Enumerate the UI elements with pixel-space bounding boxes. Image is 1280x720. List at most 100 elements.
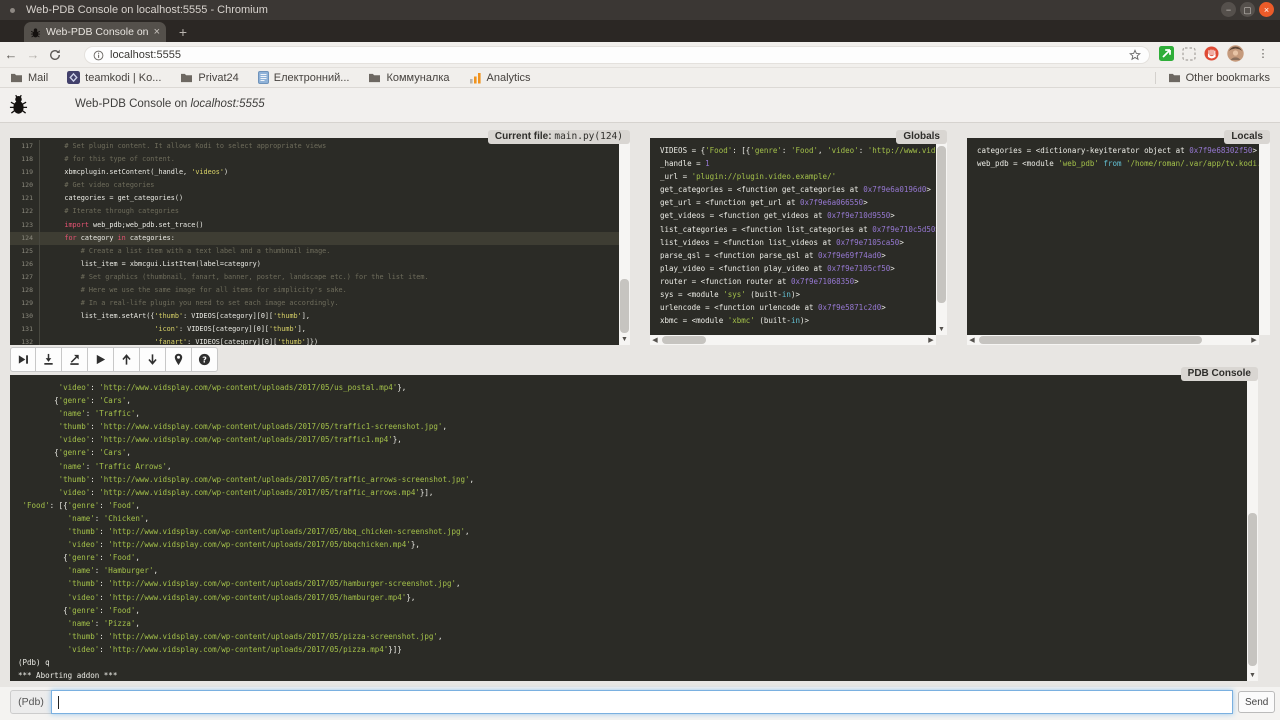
line-number: 130 <box>10 310 40 323</box>
where-pin-icon <box>172 353 185 366</box>
console-line: {'genre': 'Cars', <box>18 446 1247 459</box>
scroll-down-arrow-icon[interactable]: ▼ <box>1247 671 1258 681</box>
close-button[interactable]: × <box>1259 2 1274 17</box>
window-icon <box>10 8 15 13</box>
scroll-thumb[interactable] <box>937 146 946 304</box>
console-line: 'thumb': 'http://www.vidsplay.com/wp-con… <box>18 630 1247 643</box>
send-button[interactable]: Send <box>1238 691 1275 713</box>
bookmark-item[interactable]: Mail <box>10 72 48 84</box>
maximize-button[interactable]: ▢ <box>1240 2 1255 17</box>
help-button[interactable]: ? <box>192 347 218 372</box>
bookmark-item[interactable]: Analytics <box>469 72 531 84</box>
bookmark-item[interactable]: Privat24 <box>180 72 238 84</box>
code-vertical-scrollbar[interactable]: ▼ <box>619 138 630 345</box>
minimize-button[interactable]: − <box>1221 2 1236 17</box>
line-number: 129 <box>10 297 40 310</box>
reload-icon[interactable] <box>44 49 66 61</box>
stack-up-button[interactable] <box>114 347 140 372</box>
console-line: 'name': 'Traffic Arrows', <box>18 460 1247 473</box>
locals-vertical-scrollbar[interactable] <box>1259 138 1270 335</box>
globals-line: list_categories = <function list_categor… <box>660 223 936 236</box>
line-number: 120 <box>10 179 40 192</box>
next-button[interactable] <box>10 347 36 372</box>
globals-line: _handle = 1 <box>660 157 936 170</box>
locals-view[interactable]: categories = <dictionary-keyiterator obj… <box>967 138 1259 335</box>
webpdb-bug-logo-icon <box>9 94 28 116</box>
green-cast-extension-icon[interactable] <box>1159 46 1174 61</box>
console-vertical-scrollbar[interactable]: ▼ <box>1247 375 1258 681</box>
locals-tag: Locals <box>1224 130 1270 144</box>
line-number: 124 <box>10 232 40 245</box>
bookmark-item[interactable]: Електронний... <box>258 71 350 84</box>
current-file-panel: Current file: main.py(124) 117 # Set plu… <box>10 138 630 345</box>
code-line: 123 import web_pdb;web_pdb.set_trace() <box>10 219 619 232</box>
profile-avatar[interactable] <box>1227 45 1244 62</box>
stack-down-button[interactable] <box>140 347 166 372</box>
back-icon[interactable]: ← <box>0 47 22 62</box>
console-line: 'thumb': 'http://www.vidsplay.com/wp-con… <box>18 525 1247 538</box>
red-blocker-extension-icon[interactable] <box>1204 46 1219 61</box>
bug-favicon-icon <box>30 27 41 38</box>
globals-line: get_url = <function get_url at 0x7f9e6a0… <box>660 196 936 209</box>
tab-close-icon[interactable]: × <box>154 26 160 38</box>
code-line: 125 # Create a list item with a text lab… <box>10 245 619 258</box>
globals-line: xbmc = <module 'xbmc' (built-in)> <box>660 314 936 327</box>
continue-icon <box>94 353 107 366</box>
scroll-down-arrow-icon[interactable]: ▼ <box>619 335 630 345</box>
scroll-left-arrow-icon[interactable]: ◀ <box>650 336 660 344</box>
scroll-right-arrow-icon[interactable]: ▶ <box>1249 336 1259 344</box>
scroll-down-arrow-icon[interactable]: ▼ <box>936 325 947 335</box>
locals-line: web_pdb = <module 'web_pdb' from '/home/… <box>977 157 1259 170</box>
globals-line: router = <function router at 0x7f9e71068… <box>660 275 936 288</box>
source-code-view[interactable]: 117 # Set plugin content. It allows Kodi… <box>10 138 619 345</box>
scroll-thumb[interactable] <box>662 336 706 344</box>
kodi-icon <box>67 71 80 84</box>
skip-next-icon <box>17 353 30 366</box>
command-input[interactable] <box>51 690 1233 714</box>
console-line: 'thumb': 'http://www.vidsplay.com/wp-con… <box>18 420 1247 433</box>
dashed-placeholder-extension-icon[interactable] <box>1182 47 1196 61</box>
menu-dots-icon[interactable]: ⋮ <box>1252 47 1274 60</box>
globals-line: get_videos = <function get_videos at 0x7… <box>660 209 936 222</box>
line-number: 126 <box>10 258 40 271</box>
globals-vertical-scrollbar[interactable]: ▼ <box>936 138 947 335</box>
folder-icon <box>180 72 193 83</box>
scroll-left-arrow-icon[interactable]: ◀ <box>967 336 977 344</box>
analytics-icon <box>469 72 482 84</box>
other-bookmarks[interactable]: Other bookmarks <box>1155 72 1270 84</box>
info-icon[interactable] <box>93 50 104 61</box>
line-number: 127 <box>10 271 40 284</box>
scroll-thumb[interactable] <box>1248 513 1257 666</box>
bookmark-item[interactable]: Коммуналка <box>368 72 449 84</box>
scroll-thumb[interactable] <box>620 279 629 333</box>
console-line: 'name': 'Hamburger', <box>18 564 1247 577</box>
window-titlebar: Web-PDB Console on localhost:5555 - Chro… <box>0 0 1280 20</box>
forward-icon[interactable]: → <box>22 47 44 62</box>
address-bar[interactable]: localhost:5555 <box>84 46 1150 64</box>
line-number: 119 <box>10 166 40 179</box>
line-number: 121 <box>10 192 40 205</box>
globals-horizontal-scrollbar[interactable]: ◀ ▶ <box>650 335 936 345</box>
continue-button[interactable] <box>88 347 114 372</box>
debugger-toolbar: ? <box>10 347 218 372</box>
tab-webpdb[interactable]: Web-PDB Console on loca × <box>24 22 166 42</box>
bookmark-item[interactable]: teamkodi | Ko... <box>67 71 161 84</box>
host-text: localhost:5555 <box>190 98 264 110</box>
step-into-button[interactable] <box>36 347 62 372</box>
console-output[interactable]: 'video': 'http://www.vidsplay.com/wp-con… <box>10 375 1247 681</box>
scroll-thumb[interactable] <box>979 336 1202 344</box>
globals-line: sys = <module 'sys' (built-in)> <box>660 288 936 301</box>
scroll-right-arrow-icon[interactable]: ▶ <box>926 336 936 344</box>
locals-horizontal-scrollbar[interactable]: ◀ ▶ <box>967 335 1259 345</box>
return-button[interactable] <box>62 347 88 372</box>
bookmark-label: Коммуналка <box>386 72 449 84</box>
window-title: Web-PDB Console on localhost:5555 - Chro… <box>26 4 268 16</box>
bookmark-label: Analytics <box>487 72 531 84</box>
help-icon: ? <box>198 353 211 366</box>
new-tab-button[interactable]: + <box>174 24 192 40</box>
where-button[interactable] <box>166 347 192 372</box>
url-text[interactable]: localhost:5555 <box>110 49 181 61</box>
globals-view[interactable]: VIDEOS = {'Food': [{'genre': 'Food', 'vi… <box>650 138 936 335</box>
bookmark-star-icon[interactable] <box>1129 49 1141 61</box>
screen: Web-PDB Console on localhost:5555 - Chro… <box>0 0 1280 720</box>
